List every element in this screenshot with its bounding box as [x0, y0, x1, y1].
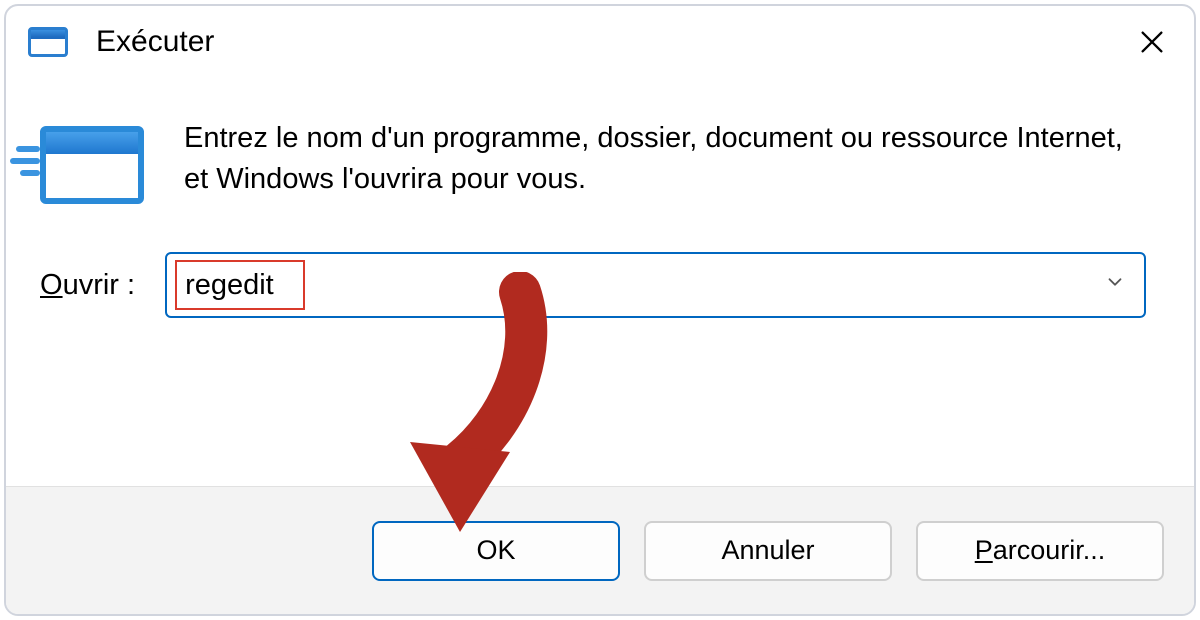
close-icon[interactable]	[1134, 24, 1170, 60]
description-text: Entrez le nom d'un programme, dossier, d…	[184, 118, 1146, 200]
browse-button[interactable]: Parcourir...	[916, 521, 1164, 581]
description-row: Entrez le nom d'un programme, dossier, d…	[40, 118, 1146, 204]
open-input[interactable]	[175, 269, 1104, 302]
run-icon-large	[40, 126, 144, 204]
open-row: Ouvrir :	[40, 252, 1146, 318]
titlebar-left: Exécuter	[28, 25, 214, 59]
cancel-button[interactable]: Annuler	[644, 521, 892, 581]
open-combobox[interactable]	[165, 252, 1146, 318]
button-bar: OK Annuler Parcourir...	[6, 486, 1194, 614]
open-label: Ouvrir :	[40, 269, 135, 302]
window-title: Exécuter	[96, 25, 214, 59]
ok-button[interactable]: OK	[372, 521, 620, 581]
run-icon	[28, 27, 68, 57]
titlebar: Exécuter	[6, 6, 1194, 78]
chevron-down-icon[interactable]	[1104, 271, 1126, 300]
dialog-content: Entrez le nom d'un programme, dossier, d…	[6, 78, 1194, 486]
run-dialog: Exécuter Entrez le nom d'un programme, d…	[4, 4, 1196, 616]
